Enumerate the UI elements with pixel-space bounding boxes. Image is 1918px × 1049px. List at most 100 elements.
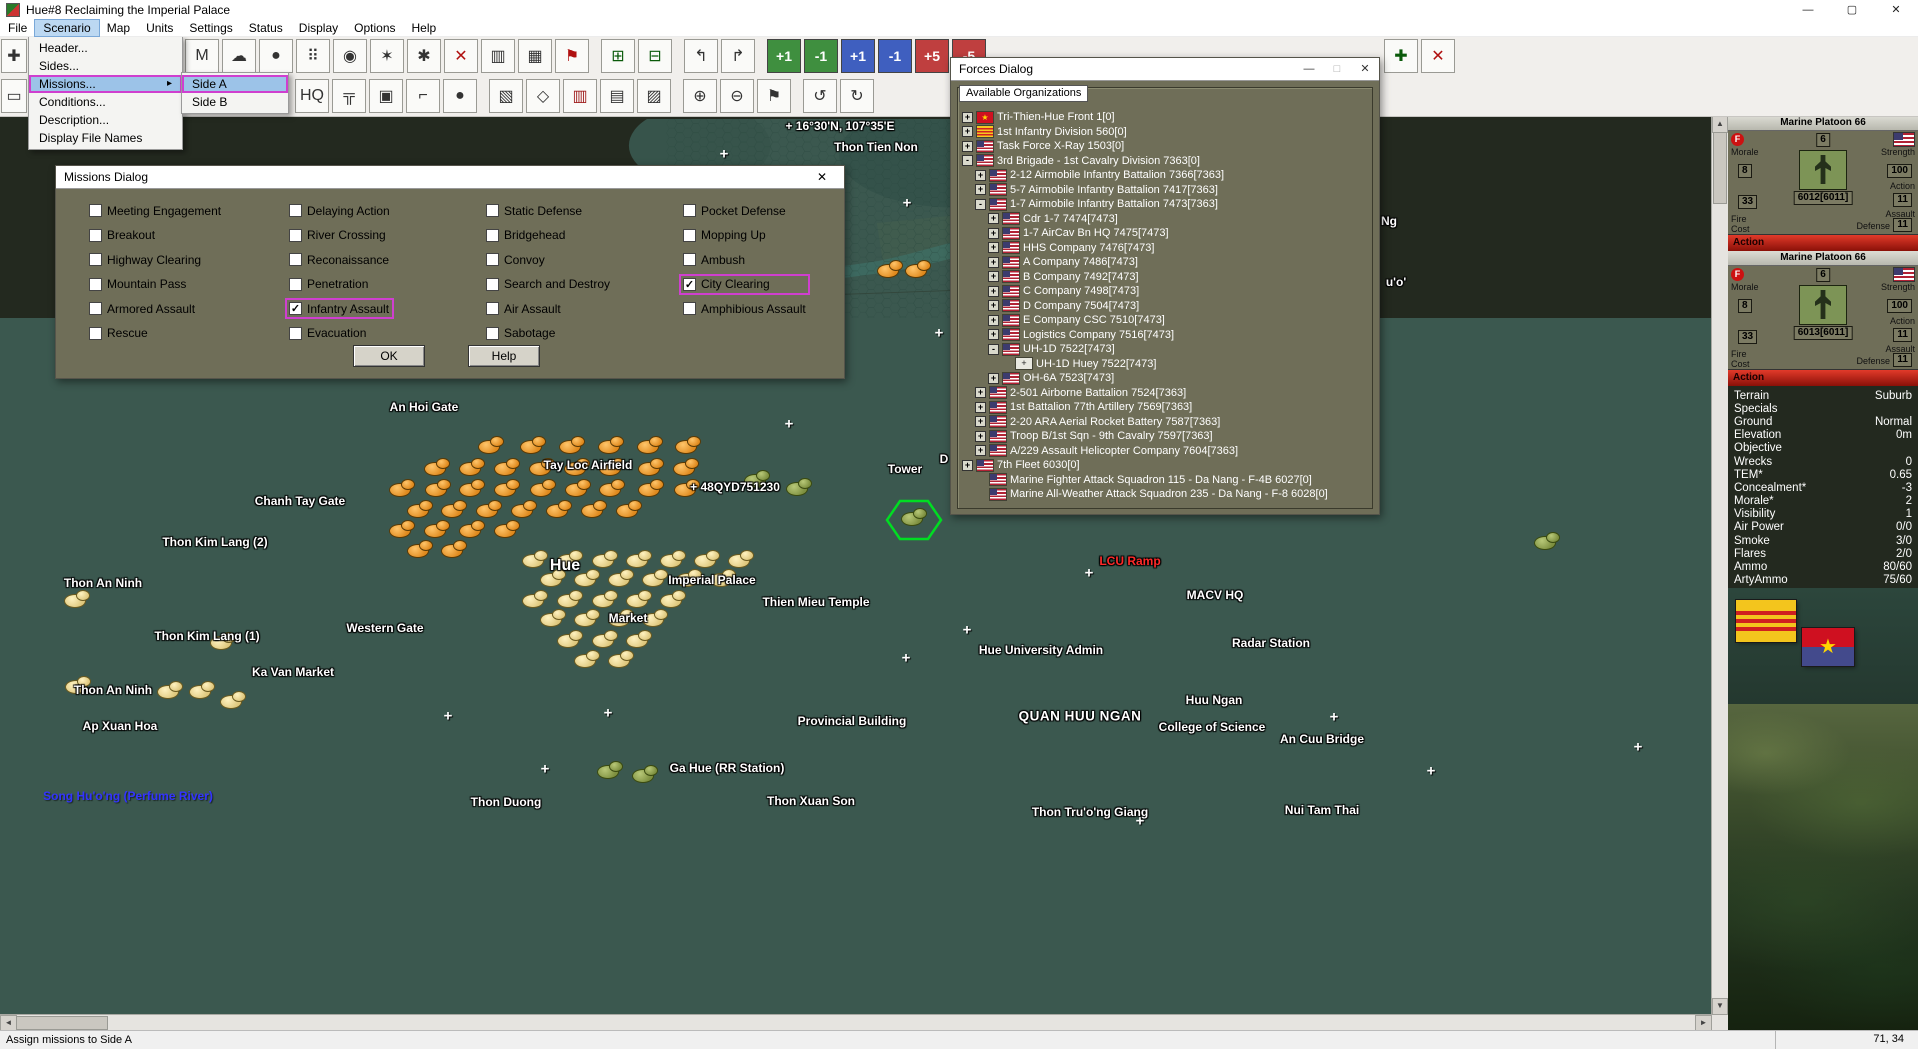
unit-marker[interactable] xyxy=(877,259,903,278)
mission-option-penetration[interactable]: Penetration xyxy=(289,277,390,291)
expand-toggle-icon[interactable]: + xyxy=(975,430,986,442)
hex-contour-icon[interactable]: ◉ xyxy=(333,39,367,73)
unit-marker[interactable] xyxy=(557,589,583,608)
unit-marker[interactable] xyxy=(574,649,600,668)
unit-marker[interactable] xyxy=(424,519,450,538)
expand-toggle-icon[interactable]: + xyxy=(988,271,999,283)
tree-item[interactable]: + OH-6A 7523[7473] xyxy=(962,371,1372,386)
plus-one-green-button[interactable]: +1 xyxy=(767,39,801,73)
menu-units[interactable]: Units xyxy=(138,20,181,36)
mission-option-static-defense[interactable]: Static Defense xyxy=(486,204,610,218)
toolbar-partial-top-icon[interactable]: ✚ xyxy=(1,39,27,73)
expand-toggle-icon[interactable]: + xyxy=(962,140,973,152)
unit-list-icon[interactable]: ▣ xyxy=(369,79,403,113)
unit-marker[interactable] xyxy=(675,435,701,454)
unit-marker[interactable] xyxy=(626,629,652,648)
tree-item[interactable]: +2-20 ARA Aerial Rocket Battery 7587[736… xyxy=(962,415,1372,430)
unit-marker[interactable] xyxy=(459,478,485,497)
unit-marker[interactable] xyxy=(592,589,618,608)
tree-item[interactable]: + Task Force X-Ray 1503[0] xyxy=(962,139,1372,154)
expand-toggle-icon[interactable]: + xyxy=(988,329,999,341)
checkbox-unchecked[interactable] xyxy=(289,253,302,266)
tree-item[interactable]: + UH-1D Huey 7522[7473] xyxy=(962,357,1372,372)
unit-marker[interactable] xyxy=(592,549,618,568)
unit-marker[interactable] xyxy=(632,764,658,783)
scroll-right-button[interactable]: ► xyxy=(1695,1015,1712,1031)
unit-marker[interactable] xyxy=(574,608,600,627)
submenu-item-side-a[interactable]: Side A xyxy=(182,75,288,93)
map-list-icon[interactable]: ▤ xyxy=(600,79,634,113)
missions-dialog-close-button[interactable]: ✕ xyxy=(800,166,844,188)
expand-toggle-icon[interactable]: + xyxy=(975,416,986,428)
menu-status[interactable]: Status xyxy=(241,20,291,36)
horizontal-scroll-thumb[interactable] xyxy=(16,1016,108,1030)
unit-marker[interactable] xyxy=(189,680,215,699)
tree-item[interactable]: +7th Fleet 6030[0] xyxy=(962,458,1372,473)
hq-icon[interactable]: HQ xyxy=(295,79,329,113)
tree-item[interactable]: +2-501 Airborne Battalion 7524[7363] xyxy=(962,386,1372,401)
unit-marker[interactable] xyxy=(559,435,585,454)
mission-option-search-and-destroy[interactable]: Search and Destroy xyxy=(486,277,610,291)
checkbox-unchecked[interactable] xyxy=(289,204,302,217)
org-chart-icon[interactable]: ╦ xyxy=(332,79,366,113)
tree-item[interactable]: +1st Battalion 77th Artillery 7569[7363] xyxy=(962,400,1372,415)
assault-icon[interactable]: ✱ xyxy=(407,39,441,73)
plus-five-red-button[interactable]: +5 xyxy=(915,39,949,73)
map-view-b-icon[interactable]: ▨ xyxy=(637,79,671,113)
menu-options[interactable]: Options xyxy=(346,20,403,36)
unit-marker[interactable] xyxy=(626,589,652,608)
tree-item[interactable]: + Logistics Company 7516[7473] xyxy=(962,328,1372,343)
collapse-toggle-icon[interactable]: - xyxy=(988,343,999,355)
menu-file[interactable]: File xyxy=(0,20,35,36)
plus-one-blue-button[interactable]: +1 xyxy=(841,39,875,73)
help-button[interactable]: Help xyxy=(468,345,540,367)
expand-toggle-icon[interactable]: + xyxy=(988,285,999,297)
tree-item[interactable]: + E Company CSC 7510[7473] xyxy=(962,313,1372,328)
unit-marker[interactable] xyxy=(540,568,566,587)
stacking-dots-icon[interactable]: ⠿ xyxy=(296,39,330,73)
mission-option-highway-clearing[interactable]: Highway Clearing xyxy=(89,253,221,267)
menu-item-display-file-names[interactable]: Display File Names xyxy=(29,129,182,147)
unit-marker[interactable] xyxy=(441,539,467,558)
menu-item-sides[interactable]: Sides... xyxy=(29,57,182,75)
checkbox-unchecked[interactable] xyxy=(486,326,499,340)
scroll-up-button[interactable]: ▲ xyxy=(1712,116,1728,133)
minus-one-green-button[interactable]: -1 xyxy=(804,39,838,73)
unit-marker[interactable] xyxy=(157,680,183,699)
unit-marker[interactable] xyxy=(64,589,90,608)
unit-marker[interactable] xyxy=(905,259,931,278)
forces-maximize-button[interactable]: □ xyxy=(1323,58,1351,80)
checkbox-unchecked[interactable] xyxy=(683,253,696,266)
tree-item[interactable]: +5-7 Airmobile Infantry Battalion 7417[7… xyxy=(962,183,1372,198)
mission-option-amphibious-assault[interactable]: Amphibious Assault xyxy=(683,302,806,316)
unit-marker[interactable] xyxy=(540,608,566,627)
expand-toggle-icon[interactable]: + xyxy=(988,372,999,384)
tree-item[interactable]: + HHS Company 7476[7473] xyxy=(962,241,1372,256)
expand-toggle-icon[interactable]: + xyxy=(975,387,986,399)
units-mode-icon[interactable]: M xyxy=(185,39,219,73)
delete-icon[interactable]: ✕ xyxy=(1421,39,1455,73)
minus-one-blue-button[interactable]: -1 xyxy=(878,39,912,73)
mission-option-breakout[interactable]: Breakout xyxy=(89,228,221,242)
unit-marker[interactable] xyxy=(638,478,664,497)
zoom-out-map-icon[interactable]: ⊟ xyxy=(638,39,672,73)
menu-scenario[interactable]: Scenario xyxy=(34,19,100,37)
map-horizontal-scrollbar[interactable]: ◄ ► xyxy=(0,1014,1712,1031)
ellipse-icon[interactable]: ● xyxy=(443,79,477,113)
unit-marker[interactable] xyxy=(598,435,624,454)
tree-item[interactable]: - 1-7 Airmobile Infantry Battalion 7473[7… xyxy=(962,197,1372,212)
unit-marker[interactable] xyxy=(494,478,520,497)
checkbox-unchecked[interactable] xyxy=(289,326,302,340)
unit-marker[interactable] xyxy=(459,519,485,538)
add-icon[interactable]: ✚ xyxy=(1384,39,1418,73)
unit-marker[interactable] xyxy=(616,499,642,518)
forces-close-button[interactable]: ✕ xyxy=(1351,58,1379,80)
unit-marker[interactable] xyxy=(476,499,502,518)
undo-icon[interactable]: ↰ xyxy=(684,39,718,73)
unit-marker[interactable] xyxy=(407,499,433,518)
unit-marker[interactable] xyxy=(522,549,548,568)
tree-item[interactable]: + D Company 7504[7473] xyxy=(962,299,1372,314)
mission-option-city-clearing[interactable]: ✓ City Clearing xyxy=(679,273,810,295)
checkbox-unchecked[interactable] xyxy=(486,253,499,266)
map-view-a-icon[interactable]: ▧ xyxy=(489,79,523,113)
